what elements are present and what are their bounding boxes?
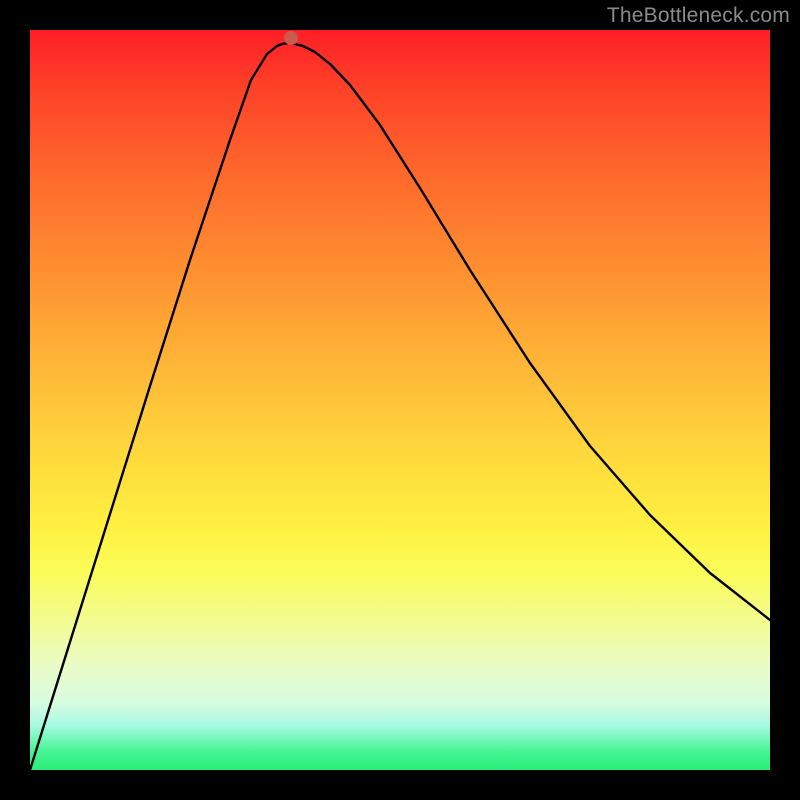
plot-area bbox=[30, 30, 770, 770]
chart-frame: TheBottleneck.com bbox=[0, 0, 800, 800]
optimal-point-marker bbox=[284, 31, 298, 45]
bottleneck-curve bbox=[30, 43, 770, 770]
chart-svg bbox=[30, 30, 770, 770]
watermark-text: TheBottleneck.com bbox=[607, 4, 790, 28]
